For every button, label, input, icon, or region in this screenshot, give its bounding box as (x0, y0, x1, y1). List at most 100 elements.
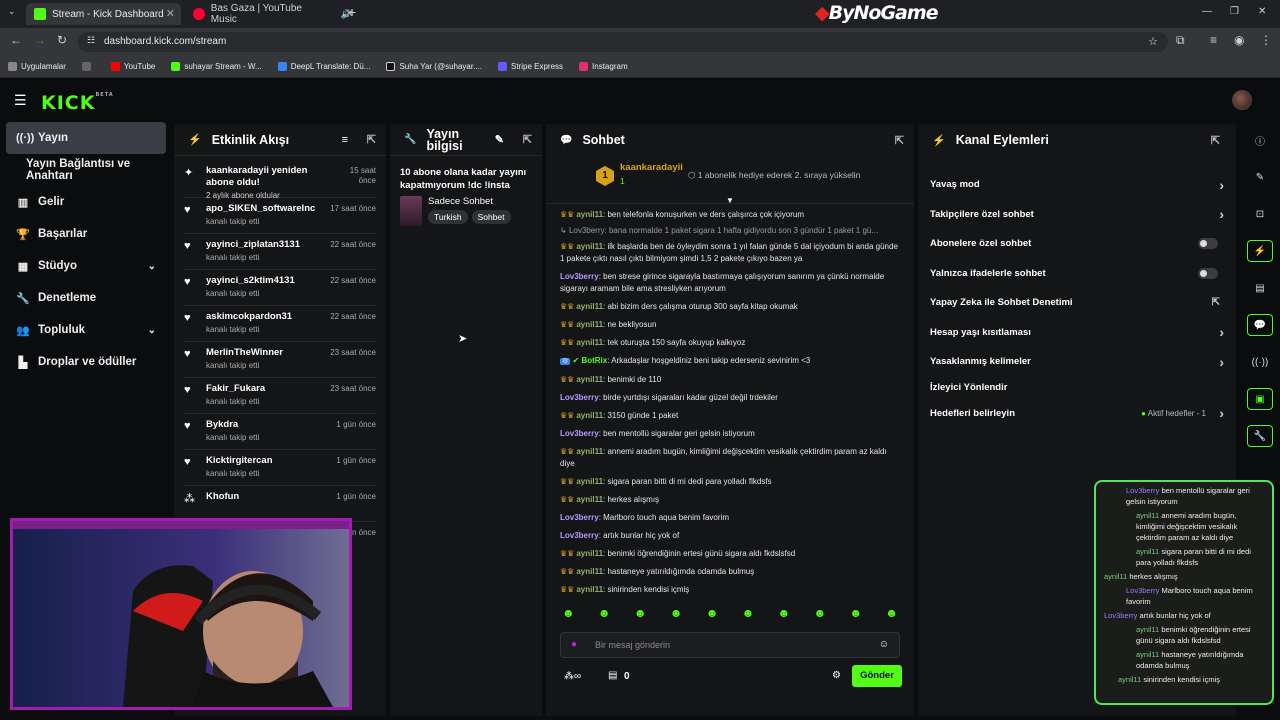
bookmark-deepl[interactable]: DeepL Translate: Dü... (277, 62, 370, 71)
wrench-icon: 🔧 (16, 292, 30, 305)
mic-icon[interactable]: ● (571, 639, 577, 650)
rank-badge: 1 (596, 166, 614, 186)
store-icon[interactable]: ▤ (608, 670, 617, 681)
sidebar-item-basarilar[interactable]: 🏆 Başarılar (0, 218, 172, 250)
edit-icon[interactable]: ✎ (495, 133, 504, 146)
community-icon: 👥 (16, 324, 30, 337)
chat-bubble-icon: 💬 (560, 134, 573, 146)
sidebar-item-denetleme[interactable]: 🔧 Denetleme (0, 282, 172, 314)
emote-icon[interactable]: ☻ (885, 606, 898, 626)
sidebar-item-studyo[interactable]: ▦ Stüdyo ⌄ (0, 250, 172, 282)
chat-message: Lov3berry: birde yurtdışı sigaraları kad… (560, 393, 778, 402)
emote-icon[interactable]: ☻ (742, 606, 755, 626)
emoji-picker-icon[interactable]: ☺ (879, 639, 889, 650)
popout-icon[interactable]: ⇱ (523, 133, 532, 146)
subscribers-only-toggle[interactable] (1198, 238, 1218, 250)
leader-name[interactable]: kaankaradayii (620, 162, 683, 173)
emote-icon[interactable]: ☻ (849, 606, 862, 626)
media-icon[interactable]: ≡ (1210, 33, 1217, 47)
emotes-only-toggle[interactable] (1198, 267, 1218, 279)
pencil-icon[interactable]: ✎ (1247, 166, 1273, 188)
filter-icon[interactable]: ≡ (342, 134, 348, 146)
bookmark-kick[interactable]: suhayar Stream - W... (171, 62, 262, 71)
tab-search-icon[interactable]: ⌄ (8, 6, 16, 17)
stream-info-panel: 🔧 Yayın bilgisi ✎ ⇱ 10 abone olana kadar… (390, 124, 542, 716)
chat-bubble-icon[interactable]: 💬 (1247, 314, 1273, 336)
wrench-icon[interactable]: 🔧 (1247, 425, 1273, 447)
activity-item: ♥ Fakir_Fukara kanalı takip etti 23 saat ön… (184, 378, 376, 414)
tab-youtube-music[interactable]: Bas Gaza | YouTube Music 🔊 ✕ (185, 3, 360, 25)
emote-icon[interactable]: ☻ (813, 606, 826, 626)
sidebar-item-stream-key[interactable]: Yayın Bağlantısı ve Anahtarı (0, 154, 172, 186)
minimize-icon[interactable]: — (1202, 6, 1212, 17)
bookmark-youtube[interactable]: YouTube (110, 62, 155, 71)
profile-icon[interactable]: ◉ (1234, 33, 1244, 47)
settings-gear-icon[interactable]: ⚙ (832, 670, 841, 681)
tag-pill[interactable]: Sohbet (471, 210, 511, 224)
menu-icon[interactable]: ⋮ (1260, 33, 1272, 47)
emote-icon[interactable]: ☻ (562, 606, 575, 626)
activity-item: ♥ Kicktirgitercan kanalı takip etti 1 gün ö… (184, 450, 376, 486)
extensions-icon[interactable]: ⧉ (1176, 33, 1185, 48)
sidebar-item-gelir[interactable]: ▥ Gelir (0, 186, 172, 218)
emote-icon[interactable]: ☻ (670, 606, 683, 626)
bookmark-grid[interactable] (81, 62, 95, 71)
emote-icon[interactable]: ☻ (598, 606, 611, 626)
close-window-icon[interactable]: ✕ (1258, 6, 1266, 17)
bookmark-star-icon[interactable]: ☆ (1148, 35, 1158, 48)
popout-icon[interactable]: ⇱ (1211, 134, 1220, 147)
tag-pill[interactable]: Turkish (428, 210, 468, 224)
forward-icon[interactable]: → (34, 33, 46, 47)
sidebar-item-yayin[interactable]: ((·)) Yayın (6, 122, 166, 154)
action-account-age[interactable]: Hesap yaşı kısıtlaması › (918, 318, 1236, 348)
action-host[interactable]: İzleyici Yönlendir (918, 377, 1236, 399)
chevron-right-icon: › (1219, 353, 1224, 370)
sidebar-item-topluluk[interactable]: 👥 Topluluk ⌄ (0, 314, 172, 346)
bot-badge-icon: ⚙ (560, 358, 571, 365)
send-button[interactable]: Gönder (852, 665, 902, 687)
reload-icon[interactable]: ↻ (57, 33, 67, 47)
close-tab-icon[interactable]: ✕ (166, 7, 175, 20)
back-icon[interactable]: ← (10, 33, 22, 47)
tiktok-icon (386, 62, 396, 71)
emote-icon[interactable]: ☻ (634, 606, 647, 626)
popout-icon[interactable]: ⇱ (367, 133, 376, 146)
external-link-icon: ⇱ (1211, 297, 1220, 309)
bookmark-instagram[interactable]: Instagram (579, 62, 628, 71)
emote-icon[interactable]: ☻ (706, 606, 719, 626)
new-tab-icon[interactable]: + (348, 4, 356, 20)
pinned-leaderboard: 1 kaankaradayii 1 ⬡ 1 abonelik hediye ed… (546, 156, 914, 205)
chat-input[interactable]: ● Bir mesaj gönderin ☺ (560, 632, 900, 658)
action-slow-mode[interactable]: Yavaş mod › (918, 170, 1236, 200)
hamburger-menu-icon[interactable]: ☰ (14, 92, 27, 109)
bookmark-tiktok[interactable]: Suha Yar (@suhayar.... (386, 62, 482, 71)
site-info-icon[interactable]: ☷ (87, 35, 95, 46)
bookmark-apps[interactable]: Uygulamalar (8, 62, 66, 71)
tab-kick-dashboard[interactable]: Stream - Kick Dashboard ✕ (26, 3, 181, 25)
emote-icon[interactable]: ☻ (778, 606, 791, 626)
action-banned-words[interactable]: Yasaklanmış kelimeler › (918, 347, 1236, 377)
action-ai-moderation[interactable]: Yapay Zeka ile Sohbet Denetimi ⇱ (918, 288, 1236, 318)
screenshot-icon[interactable]: ⊡ (1247, 203, 1273, 225)
bookmark-stripe[interactable]: Stripe Express (498, 62, 563, 71)
people-icon[interactable]: ⁂∞ (564, 671, 581, 682)
expand-icon[interactable]: ▼ (726, 196, 734, 205)
restore-icon[interactable]: ❐ (1230, 6, 1239, 17)
chat-message: ♛♛ aynil11: herkes alışmış (560, 495, 660, 504)
action-goals[interactable]: Hedefleri belirleyin ● Aktif hedefler - 1… (918, 399, 1236, 429)
broadcast-icon[interactable]: ((·)) (1247, 351, 1273, 373)
info-icon[interactable]: ⓘ (1247, 129, 1273, 151)
activity-item: ♥ yayinci_s2ktim4131 kanalı takip etti 22 s… (184, 270, 376, 306)
popout-icon[interactable]: ⇱ (895, 134, 904, 147)
sidebar-item-droplar[interactable]: ▙ Droplar ve ödüller (0, 346, 172, 378)
url-input[interactable]: ☷ dashboard.kick.com/stream ☆ (78, 32, 1168, 52)
kick-top-nav: ☰ KICKBETA (0, 78, 1280, 122)
bolt-icon[interactable]: ⚡ (1247, 240, 1273, 262)
stream-info-icon[interactable]: ▣ (1247, 388, 1273, 410)
grid-icon (81, 62, 91, 71)
kick-logo[interactable]: KICKBETA (41, 92, 114, 114)
document-icon[interactable]: ▤ (1247, 277, 1273, 299)
action-followers-only[interactable]: Takipçilere özel sohbet › (918, 200, 1236, 230)
category-name[interactable]: Sadece Sohbet (428, 196, 542, 207)
user-avatar[interactable] (1232, 90, 1252, 110)
